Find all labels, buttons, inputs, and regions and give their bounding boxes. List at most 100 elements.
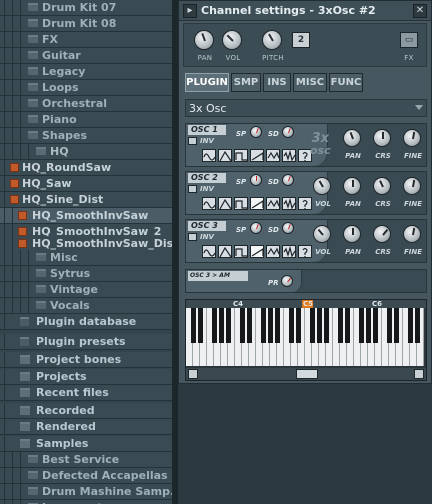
osc-3-crs-knob[interactable]: [373, 225, 391, 243]
osc-3-sp-knob[interactable]: [250, 222, 262, 234]
osc-3-wave-square-icon[interactable]: [234, 245, 248, 258]
osc-1-wave-saw-icon[interactable]: [250, 149, 264, 162]
browser-item[interactable]: Vintage: [0, 282, 172, 298]
browser-item[interactable]: Orchestral: [0, 96, 172, 112]
pan-knob[interactable]: [194, 30, 214, 50]
browser-item[interactable]: HQ_SmoothInvSaw: [0, 208, 172, 224]
browser-item[interactable]: Legacy: [0, 64, 172, 80]
osc-3-wave-sine-icon[interactable]: [202, 245, 216, 258]
browser-item[interactable]: Recent files: [0, 385, 172, 401]
browser-item[interactable]: Recorded: [0, 403, 172, 419]
browser-item[interactable]: Drum Kit 07: [0, 0, 172, 16]
osc-2-crs-knob[interactable]: [373, 177, 391, 195]
osc-1-fine-knob[interactable]: [403, 129, 421, 147]
tab-smp[interactable]: SMP: [231, 73, 261, 92]
black-key[interactable]: [344, 308, 350, 343]
browser-item[interactable]: Plugin presets: [0, 334, 172, 350]
osc-3-fine-knob[interactable]: [403, 225, 421, 243]
osc-2-wave-triangle-icon[interactable]: [218, 197, 232, 210]
fx-route-icon[interactable]: ▭: [400, 32, 418, 48]
browser-item[interactable]: Plugin database: [0, 314, 172, 330]
black-key[interactable]: [197, 308, 203, 343]
black-key[interactable]: [386, 308, 392, 343]
osc-2-invert-toggle[interactable]: [188, 185, 197, 193]
browser-item[interactable]: Drum Kit 08: [0, 16, 172, 32]
osc-3-wave-rounded-saw-icon[interactable]: [266, 245, 280, 258]
browser-item[interactable]: Defected Accapellas ...: [0, 468, 172, 484]
osc-3-invert-toggle[interactable]: [188, 233, 197, 241]
tab-ins[interactable]: INS: [263, 73, 291, 92]
black-key[interactable]: [239, 308, 245, 343]
channel-number-box[interactable]: 2: [292, 32, 310, 48]
browser-item[interactable]: Projects: [0, 369, 172, 385]
black-key[interactable]: [393, 308, 399, 343]
browser-item[interactable]: Rendered: [0, 419, 172, 435]
osc-3-wave-saw-icon[interactable]: [250, 245, 264, 258]
osc-3-wave-noise-icon[interactable]: [282, 245, 296, 258]
scroll-thumb[interactable]: [296, 369, 318, 379]
browser-item[interactable]: Loopmasters: [0, 500, 172, 504]
window-menu-icon[interactable]: ▸: [183, 4, 197, 18]
osc-2-wave-rounded-saw-icon[interactable]: [266, 197, 280, 210]
osc-2-wave-saw-icon[interactable]: [250, 197, 264, 210]
osc-2-vol-knob[interactable]: [313, 177, 331, 195]
browser-item[interactable]: Guitar: [0, 48, 172, 64]
browser-item[interactable]: Piano: [0, 112, 172, 128]
osc-2-wave-noise-icon[interactable]: [282, 197, 296, 210]
osc-1-pan-knob[interactable]: [343, 129, 361, 147]
browser-item[interactable]: Sytrus: [0, 266, 172, 282]
browser-item[interactable]: Misc: [0, 250, 172, 266]
black-key[interactable]: [323, 308, 329, 343]
black-key[interactable]: [211, 308, 217, 343]
pitch-knob[interactable]: [262, 30, 282, 50]
osc-1-wave-rounded-saw-icon[interactable]: [266, 149, 280, 162]
osc-2-fine-knob[interactable]: [403, 177, 421, 195]
osc-3-wave-custom-icon[interactable]: [298, 245, 312, 258]
osc-3-pan-knob[interactable]: [343, 225, 361, 243]
tab-plugin[interactable]: PLUGIN: [185, 73, 229, 92]
piano-keyboard[interactable]: [186, 308, 426, 368]
volume-knob[interactable]: [222, 30, 242, 50]
osc-2-sp-knob[interactable]: [250, 174, 262, 186]
preset-selector[interactable]: 3x Osc: [185, 99, 427, 117]
browser-item[interactable]: Drum Mashine Samp...: [0, 484, 172, 500]
osc-1-sd-knob[interactable]: [282, 126, 294, 138]
osc-2-wave-sine-icon[interactable]: [202, 197, 216, 210]
keyboard-scrollbar[interactable]: [186, 368, 426, 380]
browser-item[interactable]: Vocals: [0, 298, 172, 314]
browser-item[interactable]: FX: [0, 32, 172, 48]
close-icon[interactable]: ✕: [413, 4, 427, 18]
black-key[interactable]: [407, 308, 413, 343]
browser-item[interactable]: HQ_RoundSaw: [0, 160, 172, 176]
osc-3-sd-knob[interactable]: [282, 222, 294, 234]
browser-item[interactable]: HQ_Saw: [0, 176, 172, 192]
osc-1-wave-sine-icon[interactable]: [202, 149, 216, 162]
browser-item[interactable]: Best Service: [0, 452, 172, 468]
black-key[interactable]: [225, 308, 231, 343]
osc-2-wave-square-icon[interactable]: [234, 197, 248, 210]
black-key[interactable]: [267, 308, 273, 343]
tab-func[interactable]: FUNC: [329, 73, 363, 92]
browser-item[interactable]: Loops: [0, 80, 172, 96]
black-key[interactable]: [274, 308, 280, 343]
browser-item[interactable]: HQ_Sine_Dist: [0, 192, 172, 208]
browser-item[interactable]: Samples: [0, 436, 172, 452]
tab-misc[interactable]: MISC: [293, 73, 327, 92]
pr-knob[interactable]: [281, 275, 293, 287]
browser-item[interactable]: Project bones: [0, 352, 172, 368]
osc-1-wave-triangle-icon[interactable]: [218, 149, 232, 162]
osc-1-invert-toggle[interactable]: [188, 137, 197, 145]
osc-1-crs-knob[interactable]: [373, 129, 391, 147]
osc-1-wave-square-icon[interactable]: [234, 149, 248, 162]
black-key[interactable]: [365, 308, 371, 343]
window-titlebar[interactable]: ▸ Channel settings - 3xOsc #2 ✕: [179, 1, 431, 21]
browser-item[interactable]: HQ: [0, 144, 172, 160]
black-key[interactable]: [372, 308, 378, 343]
black-key[interactable]: [218, 308, 224, 343]
osc-2-pan-knob[interactable]: [343, 177, 361, 195]
browser-item[interactable]: Shapes: [0, 128, 172, 144]
osc-3-wave-triangle-icon[interactable]: [218, 245, 232, 258]
osc-3-vol-knob[interactable]: [313, 225, 331, 243]
black-key[interactable]: [358, 308, 364, 343]
black-key[interactable]: [260, 308, 266, 343]
